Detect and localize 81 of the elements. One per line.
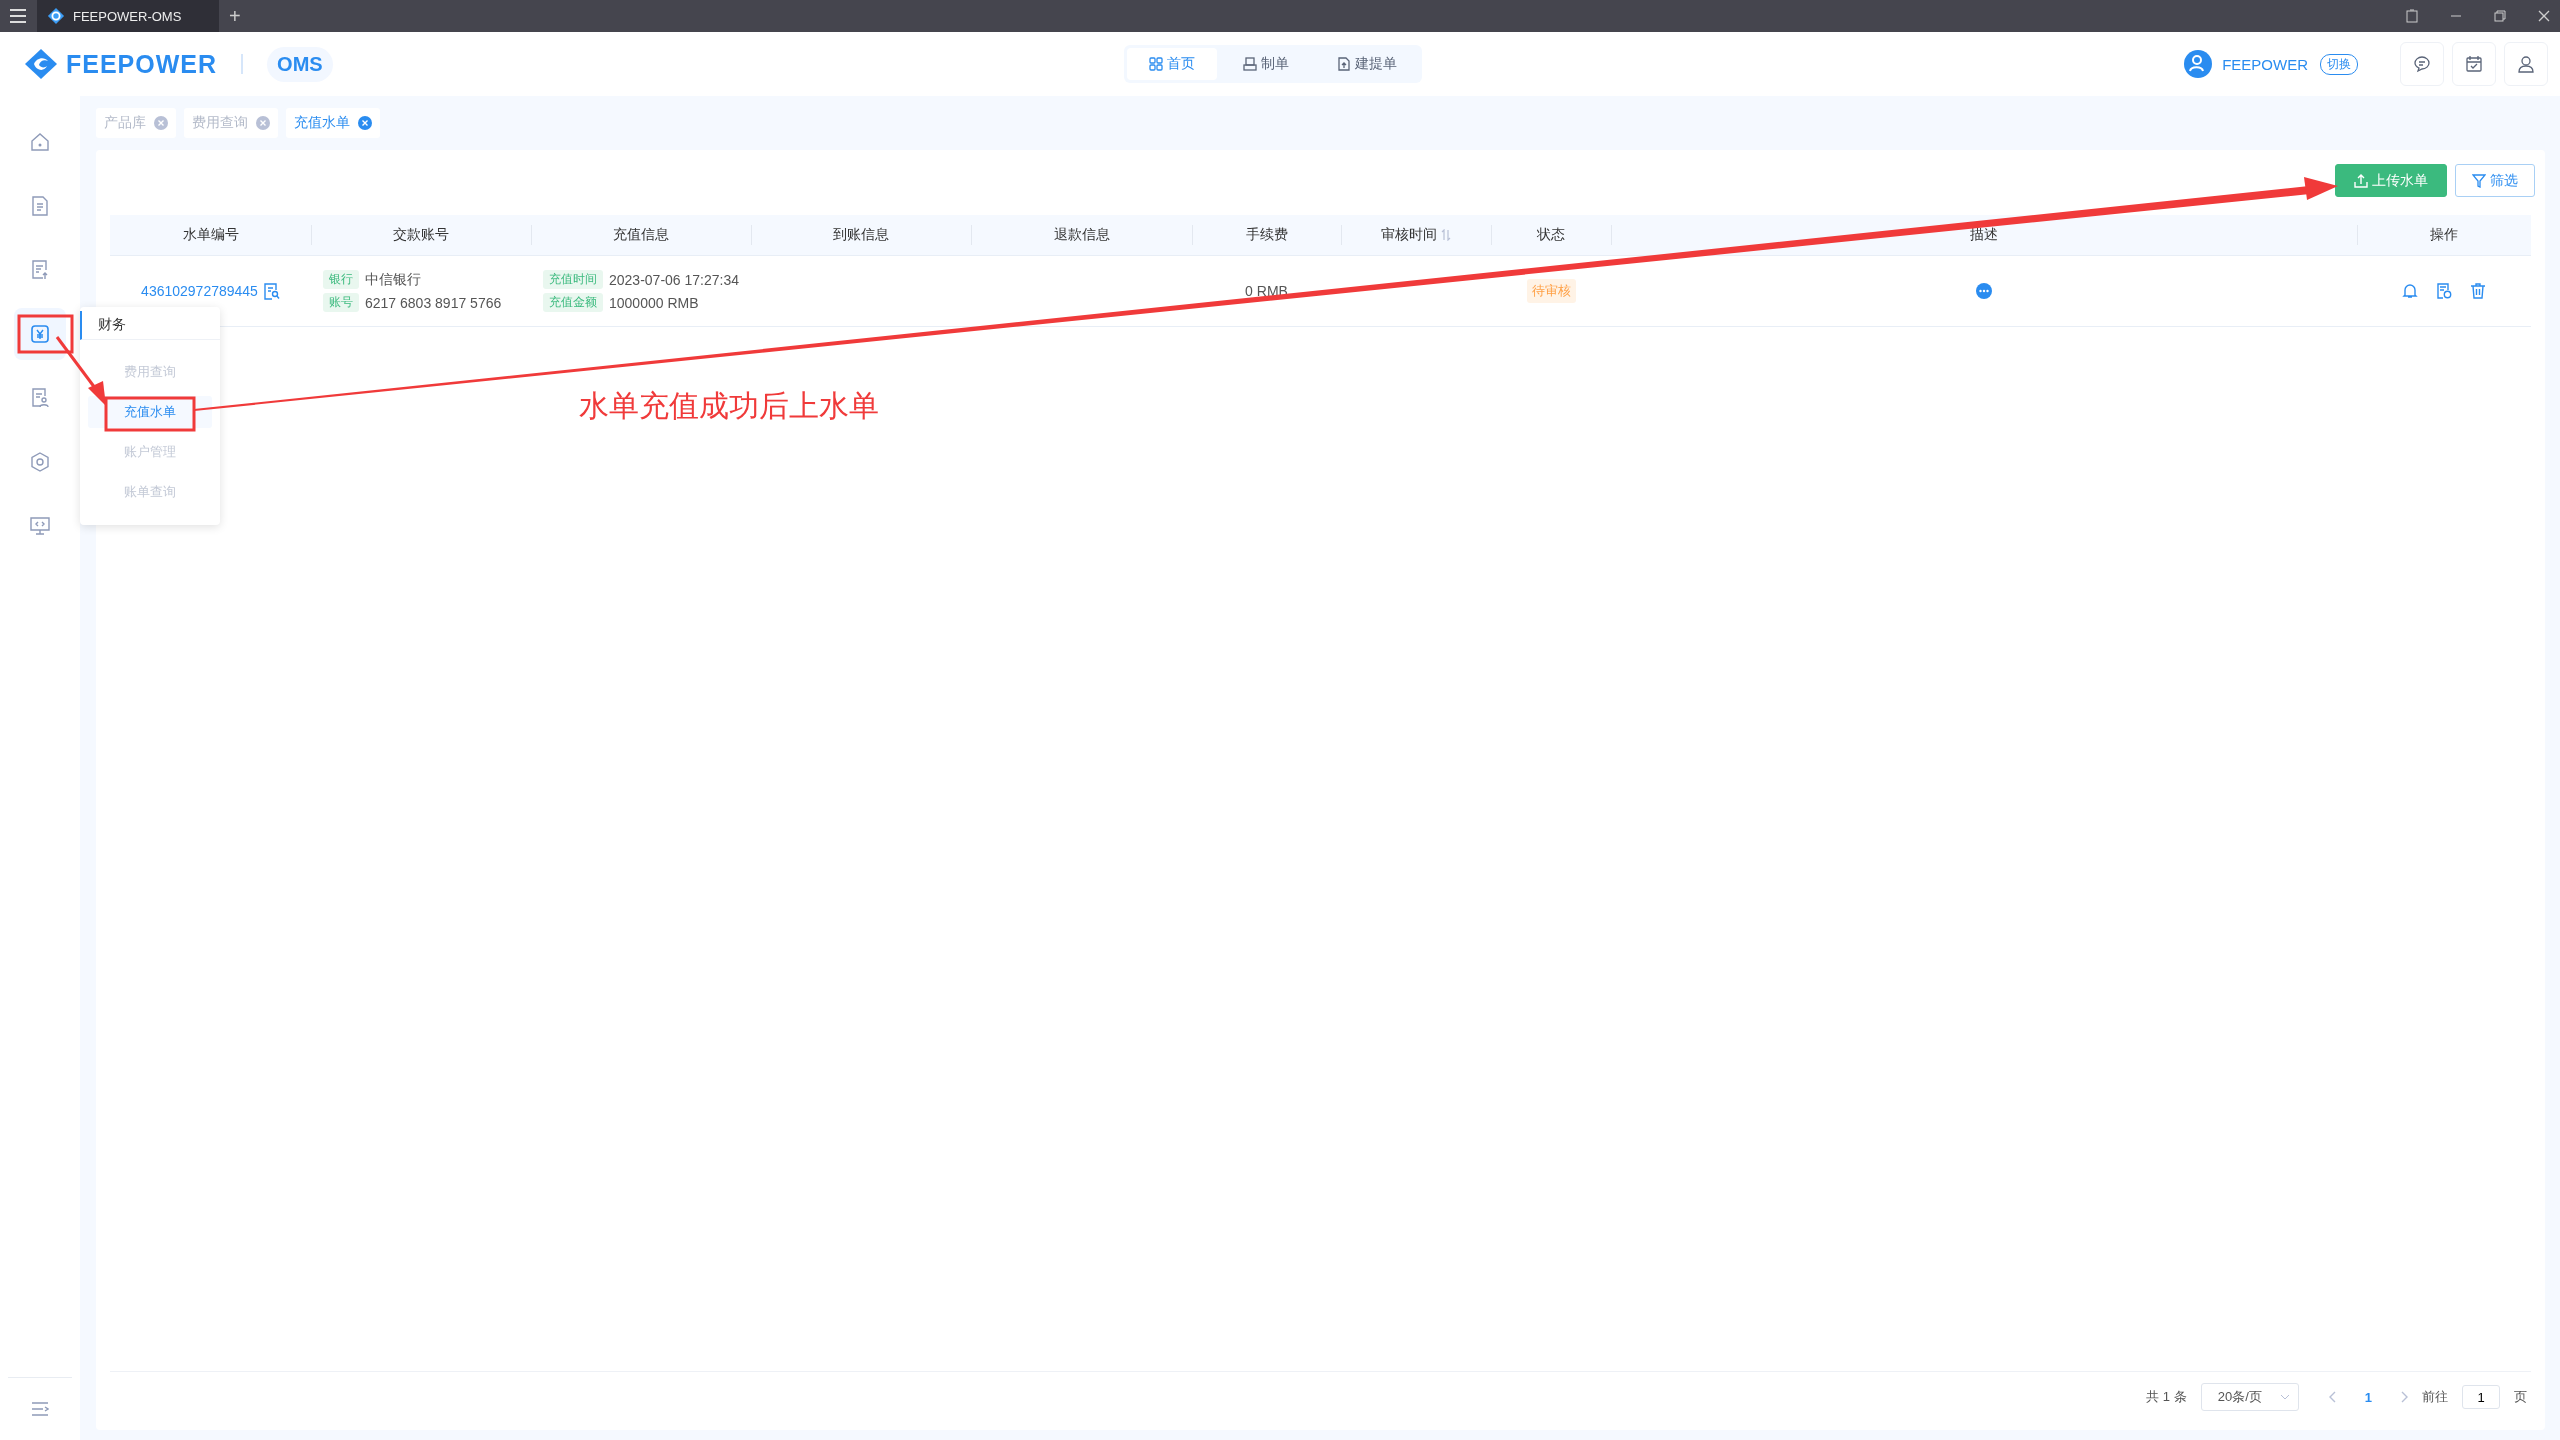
annotation-text: 水单充值成功后上水单: [579, 388, 879, 424]
page-unit: 页: [2514, 1388, 2527, 1406]
bell-icon[interactable]: [2401, 283, 2418, 299]
filter-button[interactable]: 筛选: [2455, 164, 2535, 197]
menu-icon[interactable]: [9, 9, 27, 23]
document-search-icon[interactable]: [263, 282, 280, 300]
annotation-box: [17, 314, 74, 354]
table-cell: 中信银行: [365, 270, 421, 289]
trash-icon[interactable]: [2469, 283, 2486, 299]
goto-page-field[interactable]: 1: [2462, 1385, 2500, 1409]
page-tab[interactable]: 充值水单: [286, 108, 380, 138]
clipboard-icon[interactable]: [2406, 9, 2418, 23]
column-header: 手续费: [1245, 226, 1288, 244]
annotation-arrow: [55, 336, 106, 406]
page-tab[interactable]: 费用查询: [184, 108, 278, 138]
calendar-icon[interactable]: [2465, 55, 2483, 73]
document-arrow-icon[interactable]: [31, 260, 49, 280]
printer-icon[interactable]: [1243, 57, 1257, 71]
document-person-icon[interactable]: [31, 388, 49, 408]
sort-icon[interactable]: [1441, 229, 1451, 241]
table-cell: 6217 6803 8917 5766: [365, 294, 502, 311]
total-count: 共 1 条: [2146, 1388, 2187, 1406]
yen-icon[interactable]: [30, 324, 50, 344]
avatar-icon: [2184, 50, 2213, 78]
calendar-button[interactable]: [2452, 42, 2496, 86]
status-tag: 待审核: [1526, 279, 1576, 303]
column-header: 交款账号: [393, 226, 449, 244]
column-header: 水单编号: [182, 226, 239, 244]
document-upload-icon[interactable]: [1337, 57, 1351, 71]
user-button[interactable]: [2504, 42, 2548, 86]
filter-icon[interactable]: [2472, 173, 2486, 188]
receipt-number-link[interactable]: 436102972789445: [141, 283, 258, 299]
menu-item[interactable]: 充值水单: [88, 396, 212, 428]
user-name: FEEPOWER: [2222, 55, 2308, 73]
nav-tab[interactable]: 建提单: [1315, 48, 1419, 80]
field-tag: 银行: [323, 270, 359, 289]
document-clock-icon[interactable]: [2435, 283, 2452, 299]
menu-title: 财务: [80, 311, 220, 340]
grid-icon[interactable]: [1149, 57, 1163, 71]
message-button[interactable]: [2400, 42, 2444, 86]
chevron-down-icon[interactable]: [2279, 1394, 2290, 1400]
upload-icon[interactable]: [2354, 173, 2368, 188]
column-header: 描述: [1970, 226, 1998, 244]
page-size-select[interactable]: 20条/页: [2200, 1383, 2299, 1411]
home-icon[interactable]: [30, 132, 50, 152]
close-icon[interactable]: [358, 116, 372, 130]
column-header: 退款信息: [1053, 226, 1110, 244]
nav-tab[interactable]: 制单: [1221, 48, 1311, 80]
switch-button[interactable]: 切换: [2320, 53, 2358, 75]
upload-button[interactable]: 上传水单: [2335, 164, 2447, 197]
more-icon[interactable]: [1976, 283, 1992, 299]
app-name: OMS: [267, 46, 333, 82]
field-tag: 充值金额: [543, 293, 603, 312]
new-tab-button[interactable]: +: [229, 4, 241, 28]
column-header: 充值信息: [613, 226, 669, 244]
restore-icon[interactable]: [2494, 10, 2506, 22]
page-number[interactable]: 1: [2350, 1389, 2386, 1405]
field-tag: 账号: [323, 293, 359, 312]
column-header: 审核时间: [1381, 226, 1437, 244]
close-icon[interactable]: [2538, 10, 2550, 22]
monitor-code-icon[interactable]: [30, 516, 50, 536]
collapse-icon[interactable]: [31, 1402, 49, 1416]
column-header: 状态: [1537, 226, 1565, 244]
document-icon[interactable]: [31, 196, 49, 216]
logo-text: FEEPOWER: [66, 49, 218, 79]
logo-icon: [24, 48, 58, 80]
next-page-icon[interactable]: [2400, 1391, 2408, 1403]
page-tab[interactable]: 产品库: [96, 108, 176, 138]
user-icon[interactable]: [2517, 55, 2535, 73]
previous-page-icon[interactable]: [2328, 1391, 2337, 1403]
column-header: 操作: [2429, 226, 2458, 244]
column-header: 到账信息: [833, 226, 889, 244]
goto-label: 前往: [2422, 1388, 2448, 1406]
nav-tab[interactable]: 首页: [1127, 48, 1217, 80]
table-cell: 1000000 RMB: [609, 294, 699, 311]
hexagon-icon[interactable]: [30, 452, 50, 472]
table-cell: 2023-07-06 17:27:34: [609, 271, 739, 288]
field-tag: 充值时间: [543, 270, 603, 289]
logo-icon: [47, 7, 65, 25]
browser-tab[interactable]: FEEPOWER-OMS: [37, 0, 219, 32]
chat-icon[interactable]: [2413, 55, 2431, 73]
